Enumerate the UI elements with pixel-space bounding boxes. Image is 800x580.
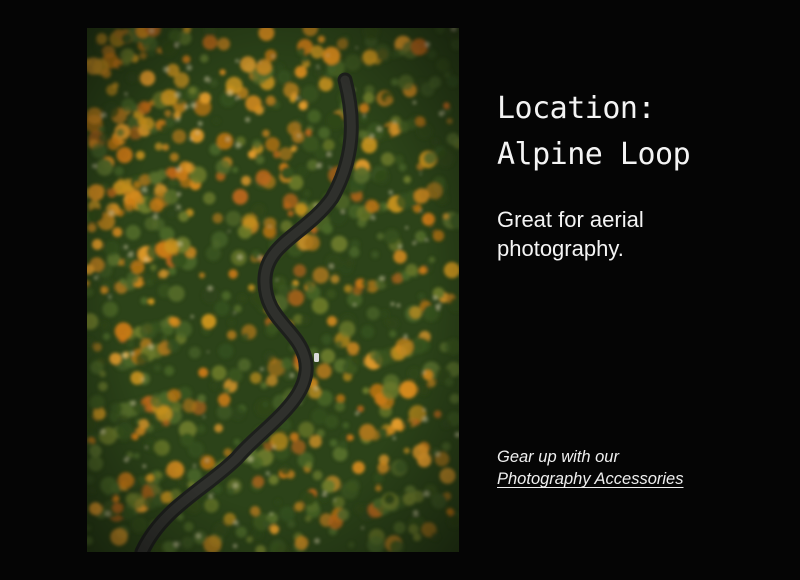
location-title-line2: Alpine Loop <box>497 137 691 172</box>
forest-image <box>87 28 459 552</box>
tagline: Great for aerial photography. <box>497 207 644 261</box>
location-title: Location: Alpine Loop <box>497 86 691 178</box>
promo-text: Gear up with our Photography Accessories <box>497 446 684 490</box>
location-title-line1: Location: <box>497 91 656 126</box>
aerial-forest-road-photo <box>87 28 459 552</box>
promo-prefix: Gear up with our <box>497 448 619 466</box>
page: Location: Alpine Loop Great for aerial p… <box>0 0 800 580</box>
photography-accessories-link[interactable]: Photography Accessories <box>497 470 684 488</box>
